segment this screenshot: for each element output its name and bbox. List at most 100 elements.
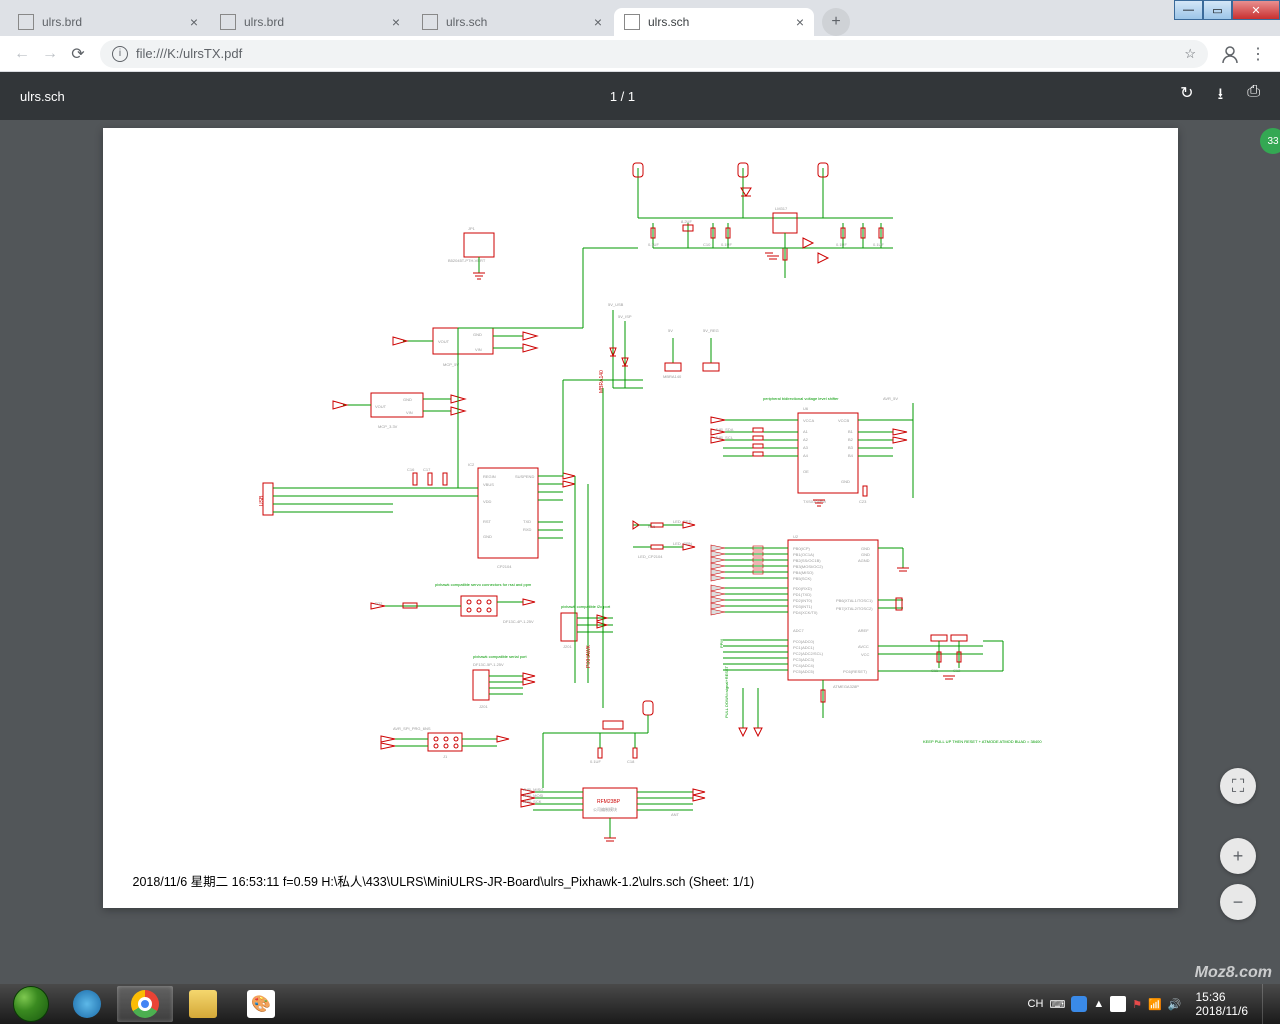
pdf-page: LM317 0.1UF 8.2UF C10 0.1UF 0.1UF 0.1UF …: [103, 128, 1178, 908]
browser-tab-1[interactable]: ulrs.brd ×: [210, 8, 410, 36]
svg-text:OE: OE: [803, 469, 809, 474]
extension-badge[interactable]: 33: [1260, 128, 1280, 154]
svg-text:公司编制模块: 公司编制模块: [593, 806, 617, 812]
svg-text:VOUT: VOUT: [375, 404, 387, 409]
svg-text:MBRA140: MBRA140: [663, 374, 682, 379]
tab-close[interactable]: ×: [796, 14, 804, 30]
tray-volume-icon[interactable]: 🔊: [1168, 998, 1182, 1011]
svg-text:J201: J201: [479, 704, 488, 709]
clock-time: 15:36: [1196, 990, 1249, 1004]
svg-text:AVR_SCK: AVR_SCK: [523, 799, 542, 804]
tab-close[interactable]: ×: [594, 14, 602, 30]
svg-text:pixhawk compatible serial port: pixhawk compatible serial port: [473, 654, 527, 659]
svg-text:R22: R22: [375, 601, 383, 606]
pdf-download-button[interactable]: ⭳: [1218, 83, 1224, 110]
pdf-zoom-out-button[interactable]: −: [1220, 884, 1256, 920]
taskbar-chrome[interactable]: [117, 986, 173, 1022]
paint-icon: 🎨: [247, 990, 275, 1018]
svg-text:C16: C16: [407, 467, 415, 472]
svg-text:PB5(SCK): PB5(SCK): [793, 576, 812, 581]
bookmark-star-icon[interactable]: ☆: [1184, 46, 1196, 62]
taskbar-ie[interactable]: [59, 986, 115, 1022]
browser-tab-2[interactable]: ulrs.sch ×: [412, 8, 612, 36]
tab-close[interactable]: ×: [392, 14, 400, 30]
tray-app-icon[interactable]: [1071, 996, 1087, 1012]
window-close[interactable]: ✕: [1232, 0, 1280, 20]
svg-text:PB7(XTAL2/TOSC2): PB7(XTAL2/TOSC2): [836, 606, 873, 611]
browser-toolbar: ← → ⟳ i file:///K:/ulrsTX.pdf ☆ ⋮: [0, 36, 1280, 72]
svg-text:pixhawk compatible i2c port: pixhawk compatible i2c port: [561, 604, 611, 609]
menu-button[interactable]: ⋮: [1244, 40, 1272, 68]
system-tray: CH ⌨ ▲ ⚑ 📶 🔊 15:36 2018/11/6: [1028, 984, 1276, 1024]
taskbar-clock[interactable]: 15:36 2018/11/6: [1188, 990, 1257, 1018]
new-tab-button[interactable]: +: [822, 8, 850, 36]
profile-button[interactable]: [1216, 40, 1244, 68]
svg-text:AVR_5V: AVR_5V: [883, 396, 898, 401]
show-desktop-button[interactable]: [1262, 984, 1272, 1024]
pdf-fit-button[interactable]: ⛶: [1220, 768, 1256, 804]
svg-text:AGND: AGND: [858, 558, 870, 563]
ime-indicator[interactable]: CH: [1028, 998, 1044, 1010]
svg-text:GND: GND: [483, 534, 492, 539]
tray-network-icon[interactable]: 📶: [1148, 998, 1162, 1011]
address-bar[interactable]: i file:///K:/ulrsTX.pdf ☆: [100, 40, 1208, 68]
svg-text:VCCB: VCCB: [838, 418, 849, 423]
svg-text:AVR_MISO: AVR_MISO: [523, 787, 543, 792]
svg-text:5V_ISP: 5V_ISP: [618, 314, 632, 319]
start-button[interactable]: [4, 984, 58, 1024]
pdf-page-indicator: 1 / 1: [65, 89, 1180, 104]
tray-icon-2[interactable]: [1110, 996, 1126, 1012]
tab-strip: ulrs.brd × ulrs.brd × ulrs.sch × ulrs.sc…: [0, 0, 1280, 36]
reload-button[interactable]: ⟳: [64, 40, 92, 68]
svg-text:pixhawk compatible servo conne: pixhawk compatible servo connectors for …: [435, 582, 532, 587]
svg-text:RFM23BP: RFM23BP: [597, 799, 621, 805]
pdf-zoom-in-button[interactable]: +: [1220, 838, 1256, 874]
svg-text:0.1UF: 0.1UF: [648, 242, 659, 247]
forward-button[interactable]: →: [36, 40, 64, 68]
svg-text:AREF: AREF: [858, 628, 869, 633]
pdf-viewport[interactable]: LM317 0.1UF 8.2UF C10 0.1UF 0.1UF 0.1UF …: [0, 120, 1280, 984]
svg-text:AVCC: AVCC: [858, 644, 869, 649]
pdf-print-button[interactable]: ⎙: [1247, 83, 1260, 110]
svg-text:REGIN: REGIN: [483, 474, 496, 479]
tray-flag-icon[interactable]: ⚑: [1132, 998, 1142, 1011]
svg-text:PIXHAWK: PIXHAWK: [586, 644, 592, 668]
tab-close[interactable]: ×: [190, 14, 198, 30]
chrome-icon: [131, 990, 159, 1018]
window-maximize[interactable]: ▭: [1203, 0, 1232, 20]
svg-text:A1: A1: [803, 429, 809, 434]
pdf-rotate-button[interactable]: ↻: [1180, 83, 1193, 110]
svg-text:peripheral bidirectional volta: peripheral bidirectional voltage level s…: [763, 396, 839, 401]
svg-text:J1: J1: [443, 754, 448, 759]
svg-text:USB: USB: [259, 495, 265, 506]
svg-text:RXD: RXD: [523, 527, 532, 532]
taskbar-explorer[interactable]: [175, 986, 231, 1022]
svg-text:A4: A4: [803, 453, 809, 458]
svg-text:GND: GND: [861, 546, 870, 551]
tray-up-icon[interactable]: ▲: [1093, 998, 1104, 1010]
svg-text:GND: GND: [473, 332, 482, 337]
svg-text:PB3(MOSI/OC2): PB3(MOSI/OC2): [793, 564, 823, 569]
ie-icon: [73, 990, 101, 1018]
svg-text:JP1: JP1: [468, 226, 476, 231]
svg-text:ATMEGA328P: ATMEGA328P: [833, 684, 859, 689]
svg-text:PB1(OC1A): PB1(OC1A): [793, 552, 815, 557]
file-icon: [220, 14, 236, 30]
svg-text:VOUT: VOUT: [438, 339, 450, 344]
window-minimize[interactable]: —: [1174, 0, 1203, 20]
svg-text:AVR_SCL: AVR_SCL: [715, 435, 734, 440]
taskbar-paint[interactable]: 🎨: [233, 986, 289, 1022]
svg-text:RST: RST: [483, 519, 492, 524]
svg-text:VIN: VIN: [475, 347, 482, 352]
file-icon: [624, 14, 640, 30]
ime-keyboard-icon[interactable]: ⌨: [1049, 998, 1065, 1011]
svg-text:MCP_3.3V: MCP_3.3V: [378, 424, 398, 429]
browser-tab-3[interactable]: ulrs.sch ×: [614, 8, 814, 36]
back-button[interactable]: ←: [8, 40, 36, 68]
svg-text:C17: C17: [423, 467, 431, 472]
browser-tab-0[interactable]: ulrs.brd ×: [8, 8, 208, 36]
file-icon: [422, 14, 438, 30]
site-info-icon[interactable]: i: [112, 46, 128, 62]
svg-text:ANT: ANT: [671, 812, 680, 817]
svg-text:PPM: PPM: [719, 639, 724, 648]
